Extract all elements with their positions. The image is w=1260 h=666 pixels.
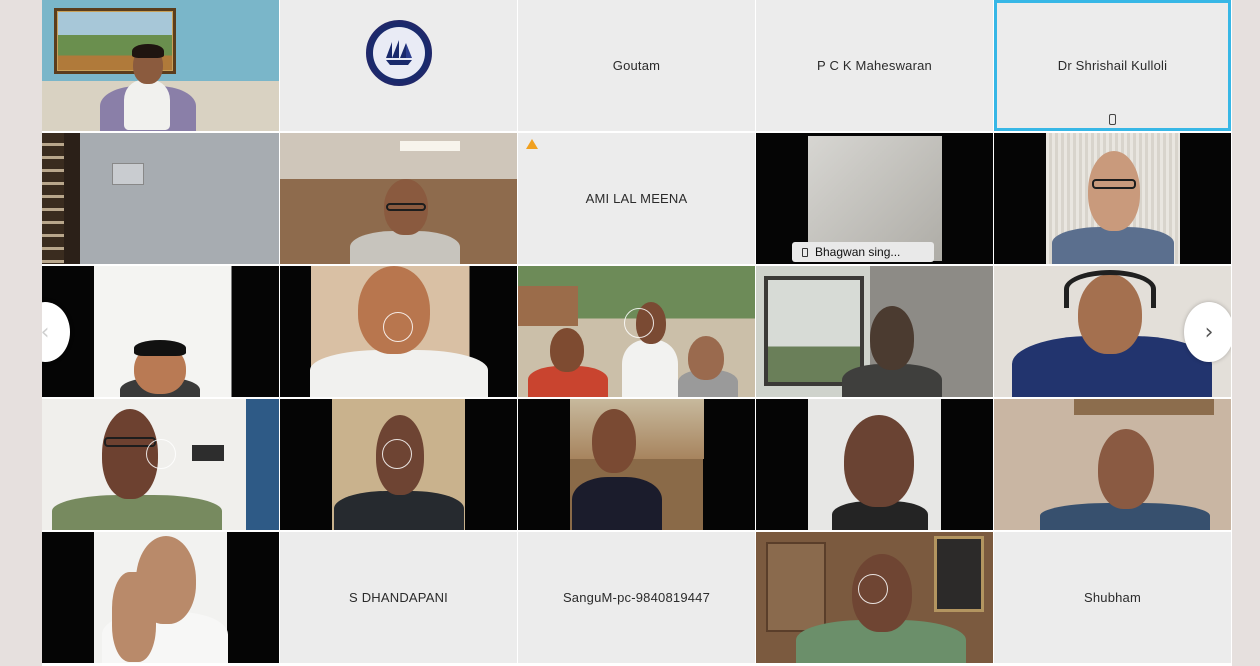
organization-logo [366,20,432,86]
participant-body [622,340,678,397]
glasses [1092,179,1136,189]
phone-icon [1108,114,1116,125]
participant-name: SanguM-pc-9840819447 [562,590,711,605]
focus-indicator [624,308,654,338]
headset [1064,270,1156,308]
notice-board [934,536,984,612]
participant-body [310,350,488,397]
participant-name: Dr Shrishail Kulloli [1057,58,1168,73]
glasses [386,203,426,211]
participant-tile-11[interactable]: ‹ [42,266,279,397]
participant-face [688,336,724,380]
power-strip [192,445,224,461]
participant-tile-20[interactable] [994,399,1231,530]
participant-tile-7[interactable] [280,133,517,264]
ceiling-light [400,141,460,151]
participant-tile-14[interactable] [756,266,993,397]
participant-name: S DHANDAPANI [349,590,448,605]
participant-name: Goutam [612,58,661,73]
wall-frame [518,286,578,326]
participant-gallery: Goutam P C K Maheswaran Dr Shrishail Kul… [42,0,1232,666]
phone-icon [802,247,808,257]
window-grille [42,133,64,264]
chevron-right-icon: › [1204,319,1214,345]
participant-tile-9[interactable]: Bhagwan sing... [756,133,993,264]
participant-tile-23[interactable]: SanguM-pc-9840819447 [518,532,755,663]
focus-indicator [858,574,888,604]
participant-tile-10[interactable] [994,133,1231,264]
participant-name: Shubham [1083,590,1142,605]
participant-tile-22[interactable]: S DHANDAPANI [280,532,517,663]
participant-body [572,477,662,530]
participant-tile-16[interactable] [42,399,279,530]
participant-hair [132,44,164,58]
participant-tile-21[interactable] [42,532,279,663]
participant-name-tag: Bhagwan sing... [792,242,935,262]
shelf [1074,399,1214,415]
participant-name: AMI LAL MEENA [585,191,688,206]
participant-tile-18[interactable] [518,399,755,530]
participant-name: Bhagwan sing... [815,245,901,259]
participant-body [334,491,464,530]
wall-switch [112,163,144,185]
participant-tile-12[interactable] [280,266,517,397]
participant-face [870,306,914,370]
participant-tile-19[interactable] [756,399,993,530]
background-room [570,399,704,459]
focus-indicator [383,312,413,342]
ship-icon [386,40,412,65]
participant-body [52,495,222,530]
participant-tile-2[interactable] [280,0,517,131]
participant-tile-8[interactable]: AMI LAL MEENA [518,133,755,264]
participant-face [844,415,914,507]
participant-face [592,409,636,473]
participant-face [550,328,584,372]
participant-face [1098,429,1154,509]
focus-indicator [146,439,176,469]
video-feed [42,133,279,264]
participant-tile-3[interactable]: Goutam [518,0,755,131]
meeting-window: Goutam P C K Maheswaran Dr Shrishail Kul… [42,0,1232,666]
participant-body [350,231,460,264]
warning-icon [526,139,538,149]
focus-indicator [382,439,412,469]
participant-tile-17[interactable] [280,399,517,530]
participant-tile-24[interactable] [756,532,993,663]
next-page-button[interactable]: › [1184,302,1231,362]
participant-tile-1[interactable] [42,0,279,131]
participant-name: P C K Maheswaran [817,58,932,73]
door [766,542,826,632]
participant-hair [134,340,186,356]
participant-tile-6[interactable] [42,133,279,264]
participant-body [1052,227,1174,264]
participant-tile-4[interactable]: P C K Maheswaran [756,0,993,131]
logo-emblem [373,27,425,79]
chevron-left-icon: ‹ [42,320,49,345]
participant-tile-15[interactable]: › [994,266,1231,397]
participant-tile-25[interactable]: Shubham [994,532,1231,663]
participant-tile-5[interactable]: Dr Shrishail Kulloli [994,0,1231,131]
participant-face [1088,151,1140,231]
scarf [124,80,170,130]
participant-tile-13[interactable] [518,266,755,397]
participant-hand [112,572,156,662]
